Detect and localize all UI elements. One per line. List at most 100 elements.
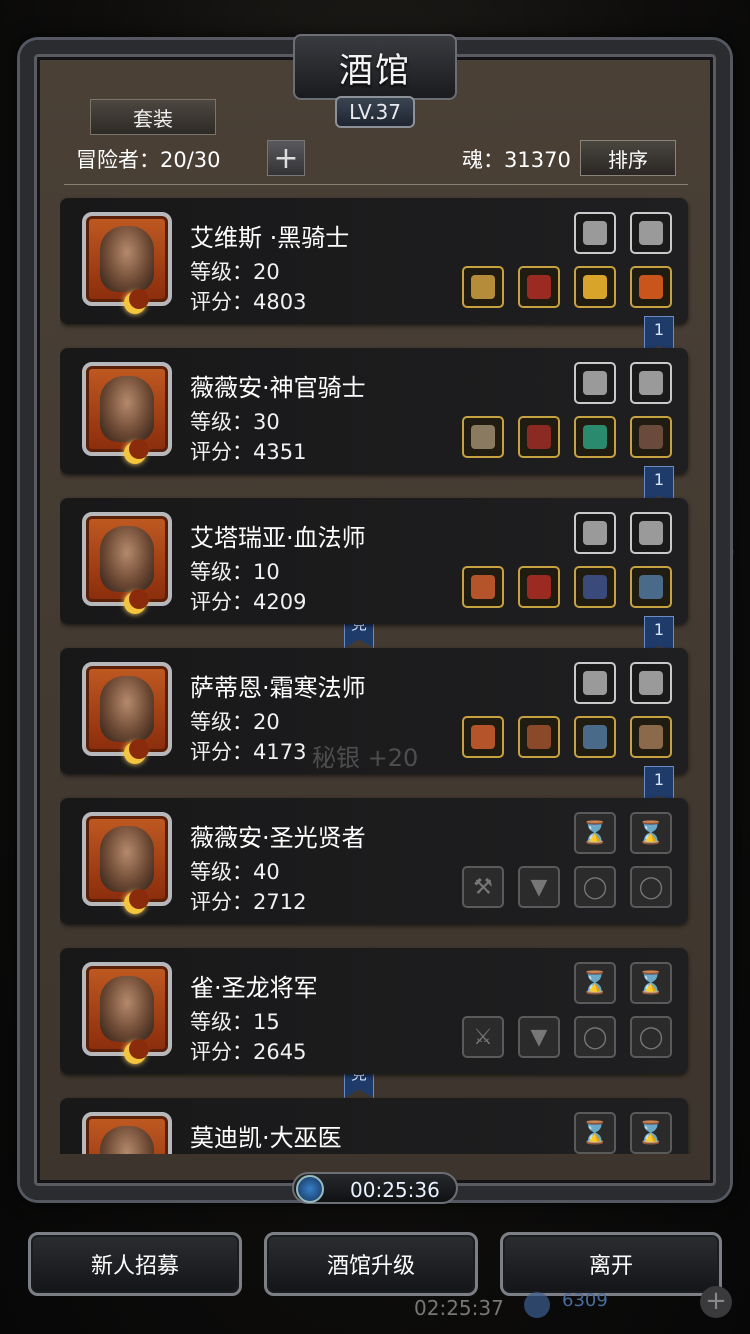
- hero-portrait[interactable]: [82, 362, 172, 464]
- hourglass-icon: ⌛: [637, 820, 665, 846]
- equipment-slot[interactable]: ⌛: [574, 812, 616, 854]
- hero-score: 评分：4803: [190, 290, 307, 314]
- robe-icon: [527, 725, 551, 749]
- equipment-slot[interactable]: [574, 266, 616, 308]
- crescent-icon: [124, 589, 149, 614]
- hero-card[interactable]: 莫迪凯·大巫医 ⌛ ⌛: [60, 1098, 688, 1154]
- equipment-slot[interactable]: [630, 362, 672, 404]
- equipment-slot[interactable]: [574, 416, 616, 458]
- leave-button[interactable]: 离开: [500, 1232, 722, 1296]
- equipment-slot[interactable]: [630, 512, 672, 554]
- sort-button[interactable]: 排序: [580, 140, 676, 176]
- amulet-icon: [583, 575, 607, 599]
- equipment-slot[interactable]: [574, 662, 616, 704]
- hero-name: 薇薇安·圣光贤者: [190, 824, 366, 852]
- equipment-slot[interactable]: [574, 512, 616, 554]
- hourglass-icon: ⌛: [637, 970, 665, 996]
- hero-card[interactable]: 薇薇安·神官骑士 等级：30 评分：4351: [60, 348, 688, 474]
- underlay-plus-button[interactable]: +: [700, 1286, 732, 1318]
- equipment-slot[interactable]: ◯: [630, 866, 672, 908]
- equipment-slot[interactable]: [462, 566, 504, 608]
- hero-card[interactable]: 雀·圣龙将军 等级：15 评分：2645 ⌛ ⌛ ⚔ ▼ ◯ ◯: [60, 948, 688, 1074]
- equipment-slot[interactable]: [518, 266, 560, 308]
- hero-name: 艾塔瑞亚·血法师: [190, 524, 366, 552]
- equipment-slot[interactable]: ⌛: [574, 962, 616, 1004]
- hero-score: 评分：2645: [190, 1040, 307, 1064]
- equipment-slot[interactable]: ▼: [518, 1016, 560, 1058]
- equipment-slot[interactable]: [518, 416, 560, 458]
- equipment-slot[interactable]: [630, 416, 672, 458]
- hero-level: 等级：40: [190, 860, 280, 884]
- hero-portrait[interactable]: [82, 962, 172, 1064]
- equipment-slot[interactable]: [462, 266, 504, 308]
- hero-face: [100, 1126, 154, 1154]
- hero-score: 评分：4173: [190, 740, 307, 764]
- equipment-slot[interactable]: ⌛: [630, 812, 672, 854]
- equipment-slot[interactable]: [630, 212, 672, 254]
- add-slot-button[interactable]: +: [267, 140, 305, 176]
- timer: 00:25:36: [292, 1172, 458, 1204]
- ring-icon: [583, 275, 607, 299]
- equipment-slot[interactable]: [630, 566, 672, 608]
- hero-name: 艾维斯 ·黑骑士: [190, 224, 350, 252]
- armor-icon: [527, 425, 551, 449]
- hero-card[interactable]: 艾维斯 ·黑骑士 等级：20 评分：4803: [60, 198, 688, 324]
- staff-icon: [471, 725, 495, 749]
- page-title: 酒馆: [293, 34, 457, 100]
- equipment-slot[interactable]: [630, 716, 672, 758]
- hammer-icon: ⚒: [473, 874, 493, 900]
- equipment-slot[interactable]: ◯: [574, 1016, 616, 1058]
- equipment-slot[interactable]: [574, 212, 616, 254]
- hero-portrait[interactable]: [82, 512, 172, 614]
- hero-face: [100, 976, 154, 1042]
- equipment-slot[interactable]: [630, 662, 672, 704]
- equipment-slot[interactable]: [518, 716, 560, 758]
- equipment-slot[interactable]: ⌛: [630, 962, 672, 1004]
- wand-icon: [639, 521, 663, 545]
- equipment-slot[interactable]: ⌛: [574, 1112, 616, 1154]
- reward-floating-text: 秘银 +20: [312, 744, 419, 772]
- equipment-slot[interactable]: [462, 716, 504, 758]
- underlay-gold: 6309: [562, 1290, 608, 1311]
- hero-face: [100, 526, 154, 592]
- divider: [64, 184, 688, 185]
- hero-portrait[interactable]: [82, 212, 172, 314]
- crescent-icon: [124, 1039, 149, 1064]
- hero-portrait[interactable]: [82, 1112, 172, 1154]
- hero-name: 薇薇安·神官骑士: [190, 374, 366, 402]
- hero-level: 等级：15: [190, 1010, 280, 1034]
- armor-icon: ▼: [530, 874, 548, 900]
- hero-portrait[interactable]: [82, 812, 172, 914]
- set-tab[interactable]: 套装: [90, 99, 216, 135]
- equipment-slot[interactable]: [518, 566, 560, 608]
- equipment-slot[interactable]: [462, 416, 504, 458]
- hero-card[interactable]: 艾塔瑞亚·血法师 等级：10 评分：4209: [60, 498, 688, 624]
- hero-score: 评分：4209: [190, 590, 307, 614]
- mask-icon: [639, 371, 663, 395]
- recruit-button[interactable]: 新人招募: [28, 1232, 242, 1296]
- equipment-slot[interactable]: ⚒: [462, 866, 504, 908]
- upgrade-tavern-button[interactable]: 酒馆升级: [264, 1232, 478, 1296]
- equipment-slot[interactable]: ▼: [518, 866, 560, 908]
- equipment-slot[interactable]: [574, 566, 616, 608]
- equipment-slot[interactable]: ⚔: [462, 1016, 504, 1058]
- ring-icon: [639, 275, 663, 299]
- hero-portrait[interactable]: [82, 662, 172, 764]
- crossbow-icon: [471, 275, 495, 299]
- book-icon: [583, 521, 607, 545]
- hourglass-icon: ⌛: [581, 970, 609, 996]
- equipment-slot[interactable]: ◯: [630, 1016, 672, 1058]
- timer-text: 00:25:36: [350, 1178, 440, 1202]
- tavern-level-badge: LV.37: [335, 96, 415, 128]
- gem-icon: [583, 425, 607, 449]
- hero-list[interactable]: 艾维斯 ·黑骑士 等级：20 评分：4803 1 薇薇安·神官骑士 等级：30 评分：435…: [60, 192, 700, 1154]
- equipment-slot[interactable]: [574, 362, 616, 404]
- equipment-slot[interactable]: ◯: [574, 866, 616, 908]
- equipment-slot[interactable]: ⌛: [630, 1112, 672, 1154]
- hero-card[interactable]: 薇薇安·圣光贤者 等级：40 评分：2712 ⌛ ⌛ ⚒ ▼ ◯ ◯: [60, 798, 688, 924]
- equipment-slot[interactable]: [630, 266, 672, 308]
- gem-icon: [524, 1292, 550, 1318]
- equipment-slot[interactable]: [574, 716, 616, 758]
- staff-icon: [471, 575, 495, 599]
- crescent-icon: [124, 739, 149, 764]
